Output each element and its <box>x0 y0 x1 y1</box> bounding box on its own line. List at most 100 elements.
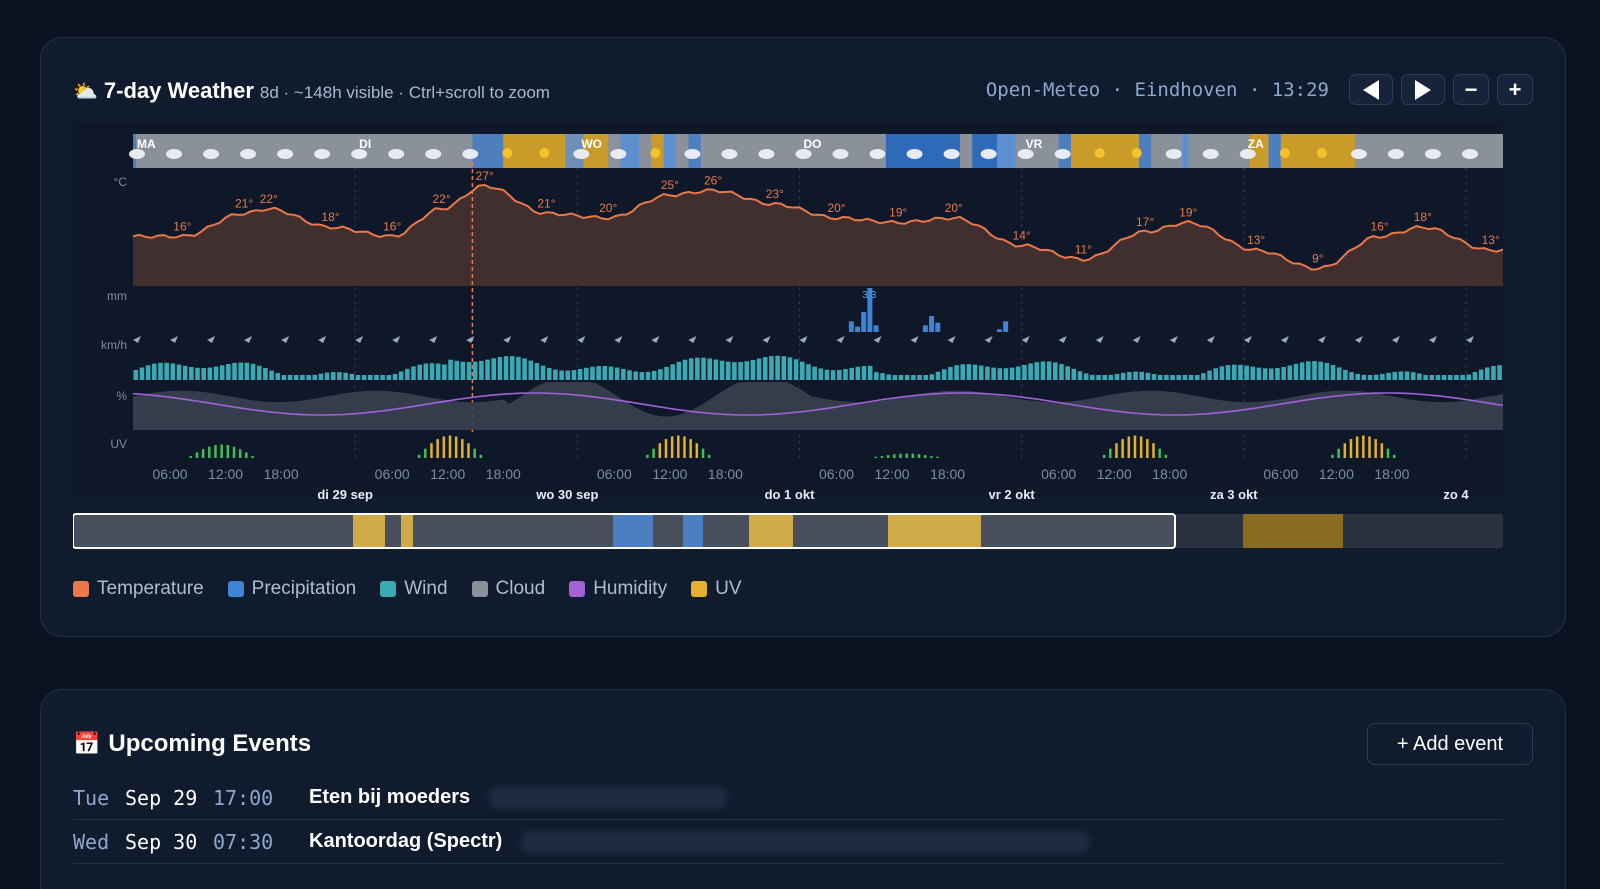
event-row[interactable]: Wed Sep 30 07:30 Kantoordag (Spectr) <box>73 820 1503 864</box>
zoom-out-button[interactable]: − <box>1453 74 1489 105</box>
uv-bar <box>1343 443 1347 458</box>
event-row[interactable]: Tue Sep 29 17:00 Eten bij moeders <box>73 776 1503 820</box>
event-title: Eten bij moeders <box>309 786 471 808</box>
uv-bar <box>1380 443 1384 458</box>
wind-bar <box>1275 368 1280 380</box>
wind-bar <box>534 363 540 380</box>
wind-bar <box>466 362 472 380</box>
sun-icon <box>1279 148 1290 158</box>
wind-axis-label: km/h <box>101 338 127 352</box>
uv-bar <box>1115 443 1118 458</box>
wind-bar <box>991 367 996 380</box>
wind-bar <box>139 367 145 380</box>
event-title: Kantoordag (Spectr) <box>309 830 503 852</box>
wind-bar <box>435 363 441 380</box>
hour-tick-label: 18:00 <box>1374 466 1409 482</box>
uv-bar <box>1374 439 1377 458</box>
wind-bar <box>343 372 348 380</box>
day-label: zo 4 <box>1443 487 1469 502</box>
wind-bar <box>1071 368 1077 380</box>
wind-bar <box>133 370 139 380</box>
overview-window-handle[interactable] <box>73 513 1176 549</box>
wind-bar <box>935 371 941 380</box>
weather-source: Open‑Meteo · Eindhoven · 13:29 <box>985 78 1329 101</box>
wind-bar <box>1022 364 1027 380</box>
wind-bar <box>226 364 231 380</box>
wind-bar <box>1330 364 1336 380</box>
temperature-label: 21° <box>235 196 253 210</box>
wind-bar <box>707 358 713 380</box>
wind-bar <box>929 374 935 380</box>
day-code-label: DI <box>359 137 371 151</box>
precip-bar <box>1003 321 1009 332</box>
wind-bar <box>602 365 608 380</box>
uv-bar <box>461 439 464 458</box>
hour-tick-label: 06:00 <box>153 466 188 482</box>
temperature-label: 18° <box>1414 210 1432 224</box>
wind-bar <box>250 363 256 380</box>
uv-bar <box>689 439 692 458</box>
wind-bar <box>219 365 225 380</box>
hour-tick-label: 18:00 <box>264 466 299 482</box>
wind-bar <box>1145 372 1151 380</box>
wind-bar <box>553 369 558 380</box>
wind-bar <box>213 366 219 380</box>
wind-bar <box>1207 370 1212 380</box>
wind-bar <box>1219 366 1225 380</box>
cloud-icon <box>388 149 405 159</box>
hour-tick-label: 12:00 <box>1097 466 1132 482</box>
cloud-icon <box>906 149 923 159</box>
cloud-icon <box>240 149 257 159</box>
uv-bar <box>220 444 223 458</box>
wind-bar <box>1417 373 1422 380</box>
wind-bar <box>479 360 484 380</box>
wind-bar <box>886 374 891 380</box>
sun-icon <box>1094 148 1105 158</box>
wind-bar <box>454 360 460 380</box>
uv-bar <box>646 454 649 458</box>
day-code-label: WO <box>581 137 602 151</box>
temperature-label: 20° <box>599 201 617 215</box>
cloud-icon <box>1424 149 1441 159</box>
wind-bar <box>1367 375 1373 380</box>
pan-right-button[interactable] <box>1401 74 1445 105</box>
uv-bar <box>238 449 242 458</box>
wind-bar <box>917 375 922 380</box>
cloud-icon <box>166 149 183 159</box>
weather-chart[interactable]: MA DI WO DO VR ZA °C mm km/h% UV 16° 21° 22° 18° 16° 22… <box>73 122 1503 552</box>
wind-bar <box>516 356 521 380</box>
wind-bar <box>812 366 817 380</box>
temperature-label: 14° <box>1013 229 1031 243</box>
zoom-in-button[interactable]: + <box>1497 74 1533 105</box>
wind-bar <box>1281 366 1286 380</box>
event-time: 07:30 <box>213 829 274 854</box>
wind-bar <box>1423 375 1428 380</box>
uv-bar <box>930 456 933 458</box>
wind-bar <box>1157 375 1163 380</box>
wind-bar <box>1318 361 1323 380</box>
wind-bar <box>688 358 694 380</box>
uv-bar <box>658 443 662 458</box>
weather-title: 7-day Weather <box>103 78 254 103</box>
uv-bar <box>936 456 939 458</box>
events-card: 📅 Upcoming Events + Add event Tue Sep 29… <box>40 689 1566 889</box>
cloud-icon <box>980 149 997 159</box>
precip-peak-label: 3.3 <box>862 290 876 301</box>
uv-bar <box>1139 436 1143 458</box>
day-label: do 1 okt <box>765 487 816 502</box>
uv-bar <box>1121 439 1124 458</box>
wind-bar <box>361 375 367 380</box>
wind-bar <box>781 356 787 380</box>
wind-bar <box>460 361 466 380</box>
wind-bar <box>1404 371 1410 380</box>
uv-bar <box>683 436 686 458</box>
wind-bar <box>756 358 762 380</box>
wind-bar <box>522 358 527 380</box>
pan-left-button[interactable] <box>1349 74 1393 105</box>
add-event-button[interactable]: + Add event <box>1367 723 1533 765</box>
wind-bar <box>1343 369 1348 380</box>
uv-bar <box>917 454 921 458</box>
wind-bar <box>1312 361 1317 380</box>
uv-bar <box>473 448 476 458</box>
cloud-icon <box>1461 149 1478 159</box>
